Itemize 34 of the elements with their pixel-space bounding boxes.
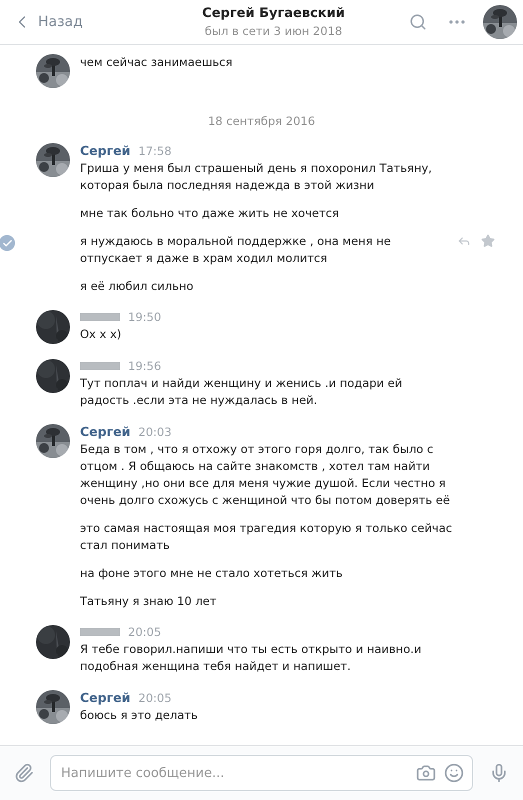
message-text: боюсь я это делать	[80, 708, 198, 722]
message-text: Я тебе говорил.напиши что ты есть открыто и наивно.и подобная женщина тебя найдет и напишет.	[80, 642, 422, 673]
message-text: я её любил сильно	[80, 279, 194, 293]
message-text: Тут поплач и найди женщину и женись .и подари ей радость .если эта не нуждалась в ней.	[80, 376, 402, 407]
message-time: 19:50	[128, 310, 162, 324]
message-text: Ох х х)	[80, 327, 122, 341]
author-name[interactable]: Сергей	[80, 143, 130, 158]
message-time: 20:05	[138, 690, 172, 704]
paperclip-icon	[14, 763, 34, 783]
message-text: это самая настоящая моя трагедия которую я только сейчас стал понимать	[80, 521, 452, 552]
emoji-icon[interactable]	[444, 763, 464, 783]
message-text: я нуждаюсь в моральной поддержке , она меня не отпускает я даже в храм ходил молится	[80, 234, 391, 265]
message-text: мне так больно что даже жить не хочется	[80, 206, 339, 220]
message-time: 20:05	[128, 625, 162, 639]
back-link[interactable]: Назад	[12, 12, 142, 32]
message-text: чем сейчас занимаешься	[80, 55, 232, 69]
star-icon[interactable]	[481, 234, 495, 248]
message-text: Беда в том , что я отхожу от этого горя долго, так было с отцом . Я общаюсь на сайте знакомств , хотел там найти женщину ,но они все для меня чужие душой. Если честно я очень долго схожусь с женщиной что бы потом доверять её	[80, 442, 450, 507]
message-text: на фоне этого мне не стало хотеться жить	[80, 566, 343, 580]
message-text: Гриша у меня был страшеный день я похоронил Татьяну, которая была последняя надежда в этой жизни	[80, 161, 432, 192]
search-icon	[409, 13, 427, 31]
author-name[interactable]: Сергей	[80, 690, 130, 705]
author-name[interactable]: Сергей	[80, 424, 130, 439]
camera-icon[interactable]	[416, 763, 436, 783]
chat-title: Сергей Бугаевский	[202, 6, 345, 21]
date-separator: 18 сентября 2016	[206, 114, 316, 128]
message-field[interactable]: Напишите сообщение...	[50, 755, 473, 791]
selected-check-icon[interactable]	[0, 235, 15, 251]
more-icon	[449, 20, 465, 24]
last-seen-status: был в сети 3 июн 2018	[204, 24, 342, 38]
message-time: 17:58	[138, 144, 172, 158]
message-time: 19:56	[128, 359, 162, 373]
message-text: Татьяну я знаю 10 лет	[80, 594, 216, 608]
message-time: 20:03	[138, 424, 172, 438]
